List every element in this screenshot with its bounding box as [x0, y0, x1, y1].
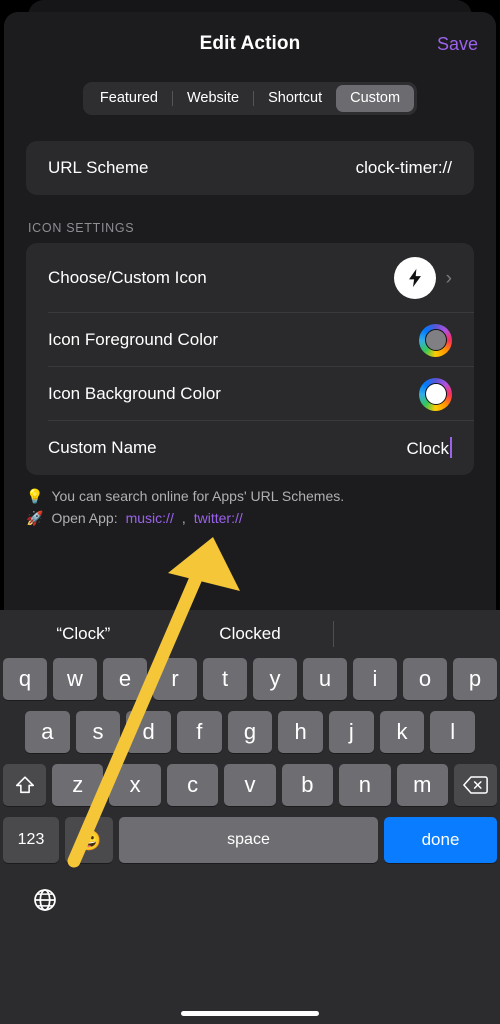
key-o[interactable]: o — [403, 658, 447, 700]
key-x[interactable]: x — [109, 764, 161, 806]
key-i[interactable]: i — [353, 658, 397, 700]
swatch-center-background — [424, 383, 447, 405]
key-f[interactable]: f — [177, 711, 222, 753]
suggestion-bar: “Clock” Clocked — [0, 610, 500, 658]
segmented-control-wrap: Featured Website Shortcut Custom — [4, 82, 496, 115]
hint-search-text: You can search online for Apps' URL Sche… — [51, 488, 345, 504]
key-z[interactable]: z — [52, 764, 104, 806]
key-n[interactable]: n — [339, 764, 391, 806]
keyboard-row-1: q w e r t y u i o p — [3, 658, 497, 700]
space-key[interactable]: space — [119, 817, 378, 863]
custom-name-field[interactable]: Clock — [406, 437, 452, 459]
key-v[interactable]: v — [224, 764, 276, 806]
url-scheme-value[interactable]: clock-timer:// — [356, 158, 452, 178]
swatch-center-foreground — [424, 329, 447, 351]
save-button[interactable]: Save — [437, 34, 478, 55]
key-d[interactable]: d — [126, 711, 171, 753]
key-j[interactable]: j — [329, 711, 374, 753]
url-scheme-row[interactable]: URL Scheme clock-timer:// — [26, 141, 474, 195]
numbers-key[interactable]: 123 — [3, 817, 59, 863]
key-b[interactable]: b — [281, 764, 334, 806]
url-scheme-card: URL Scheme clock-timer:// — [26, 141, 474, 195]
custom-name-value: Clock — [406, 439, 449, 458]
key-k[interactable]: k — [379, 711, 425, 753]
globe-icon[interactable] — [32, 887, 58, 918]
backspace-key[interactable] — [453, 764, 497, 806]
keyboard-row-4: 123 😀 space done — [3, 817, 497, 863]
sheet-header: Edit Action Save — [4, 12, 496, 80]
chevron-right-icon: › — [445, 267, 452, 289]
home-indicator — [181, 1011, 319, 1016]
key-e[interactable]: e — [103, 658, 147, 700]
key-s[interactable]: s — [75, 711, 121, 753]
hint-open-app-prefix: Open App: — [51, 510, 118, 526]
suggestion-divider — [333, 621, 334, 647]
emoji-key[interactable]: 😀 — [65, 817, 113, 863]
custom-name-label: Custom Name — [48, 438, 157, 457]
lightning-bolt-icon[interactable] — [393, 257, 436, 299]
segmented-control[interactable]: Featured Website Shortcut Custom — [82, 82, 418, 115]
choose-custom-icon-row[interactable]: Choose/Custom Icon › — [26, 243, 474, 313]
lightbulb-icon: 💡 — [26, 488, 44, 504]
key-g[interactable]: g — [227, 711, 273, 753]
key-u[interactable]: u — [303, 658, 347, 700]
hints-block: 💡 You can search online for Apps' URL Sc… — [26, 485, 474, 529]
color-wheel-icon-foreground[interactable] — [419, 323, 452, 357]
hint-separator: , — [181, 510, 186, 526]
segment-shortcut[interactable]: Shortcut — [254, 85, 336, 112]
page-title: Edit Action — [199, 33, 301, 54]
suggestion-item-0[interactable]: “Clock” — [0, 624, 167, 644]
hint-open-app: 🚀 Open App: music:// , twitter:// — [26, 507, 474, 529]
suggestion-item-1[interactable]: Clocked — [167, 624, 334, 644]
icon-background-color-row[interactable]: Icon Background Color — [26, 367, 474, 421]
segment-website[interactable]: Website — [173, 85, 253, 112]
icon-foreground-color-row[interactable]: Icon Foreground Color — [26, 313, 474, 367]
shift-key[interactable] — [3, 764, 47, 806]
key-t[interactable]: t — [203, 658, 247, 700]
text-cursor — [450, 437, 452, 458]
key-q[interactable]: q — [3, 658, 47, 700]
icon-settings-section-title: ICON SETTINGS — [28, 221, 135, 235]
phone-screen: Edit Action Save Featured Website Shortc… — [0, 0, 500, 1024]
choose-custom-icon-label: Choose/Custom Icon — [48, 268, 207, 287]
segment-featured[interactable]: Featured — [86, 85, 172, 112]
done-key[interactable]: done — [384, 817, 497, 863]
keyboard-row-2: a s d f g h j k l — [3, 711, 497, 753]
custom-name-row[interactable]: Custom Name Clock — [26, 421, 474, 475]
choose-custom-icon-right: › — [393, 257, 452, 299]
key-c[interactable]: c — [166, 764, 219, 806]
rocket-icon: 🚀 — [26, 510, 44, 526]
icon-foreground-color-label: Icon Foreground Color — [48, 330, 219, 349]
icon-background-color-label: Icon Background Color — [48, 384, 221, 403]
key-a[interactable]: a — [24, 711, 70, 753]
segment-custom[interactable]: Custom — [336, 85, 415, 112]
keyboard-rows: q w e r t y u i o p a s d f g h j k l z … — [0, 658, 500, 863]
key-y[interactable]: y — [253, 658, 297, 700]
onscreen-keyboard: “Clock” Clocked q w e r t y u i o p a s … — [0, 610, 500, 1024]
hint-link-twitter[interactable]: twitter:// — [194, 507, 243, 529]
key-m[interactable]: m — [396, 764, 448, 806]
key-r[interactable]: r — [153, 658, 197, 700]
key-h[interactable]: h — [278, 711, 324, 753]
color-wheel-icon-background[interactable] — [419, 377, 452, 411]
hint-link-music[interactable]: music:// — [126, 507, 174, 529]
hint-search-online: 💡 You can search online for Apps' URL Sc… — [26, 485, 474, 507]
key-l[interactable]: l — [430, 711, 476, 753]
url-scheme-label: URL Scheme — [48, 158, 149, 177]
keyboard-row-3: z x c v b n m — [3, 764, 497, 806]
key-p[interactable]: p — [453, 658, 497, 700]
icon-settings-card: Choose/Custom Icon › Icon Foreground Col… — [26, 243, 474, 475]
key-w[interactable]: w — [53, 658, 97, 700]
globe-row — [0, 874, 500, 930]
